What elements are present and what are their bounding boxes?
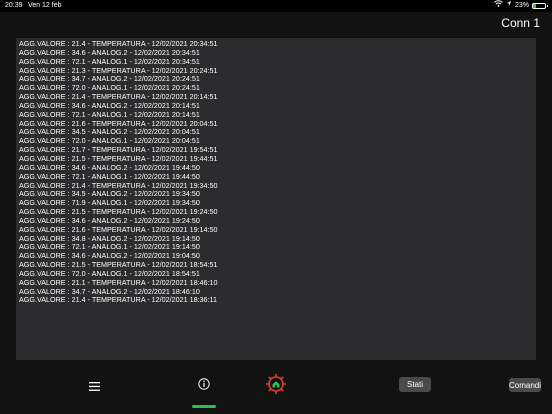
status-time: 20:39 bbox=[5, 2, 23, 9]
header: Conn 1 bbox=[0, 12, 552, 36]
page-title: Conn 1 bbox=[501, 16, 540, 30]
comandi-button[interactable]: Comandi bbox=[509, 378, 541, 392]
status-date: Ven 12 feb bbox=[28, 2, 62, 9]
hamburger-menu-icon[interactable] bbox=[84, 374, 104, 398]
tab-bar bbox=[0, 362, 552, 414]
status-bar: 20:39 Ven 12 feb 23% bbox=[0, 0, 552, 12]
info-circle-icon bbox=[198, 377, 210, 395]
battery-level-fill bbox=[533, 4, 536, 8]
status-indicators: 23% bbox=[494, 0, 548, 12]
location-icon bbox=[506, 0, 512, 12]
log-panel[interactable]: AGG.VALORE : 21.4 - TEMPERATURA - 12/02/… bbox=[16, 38, 536, 360]
log-line: AGG.VALORE : 21.4 - TEMPERATURA - 12/02/… bbox=[19, 295, 218, 305]
active-tab-indicator bbox=[192, 405, 216, 408]
tab-info[interactable] bbox=[192, 374, 216, 408]
stati-button[interactable]: Stati bbox=[399, 377, 431, 392]
battery-percent: 23% bbox=[514, 2, 529, 9]
wifi-icon bbox=[494, 0, 503, 12]
gear-home-logo-icon[interactable] bbox=[264, 372, 288, 396]
battery-icon bbox=[532, 3, 548, 9]
